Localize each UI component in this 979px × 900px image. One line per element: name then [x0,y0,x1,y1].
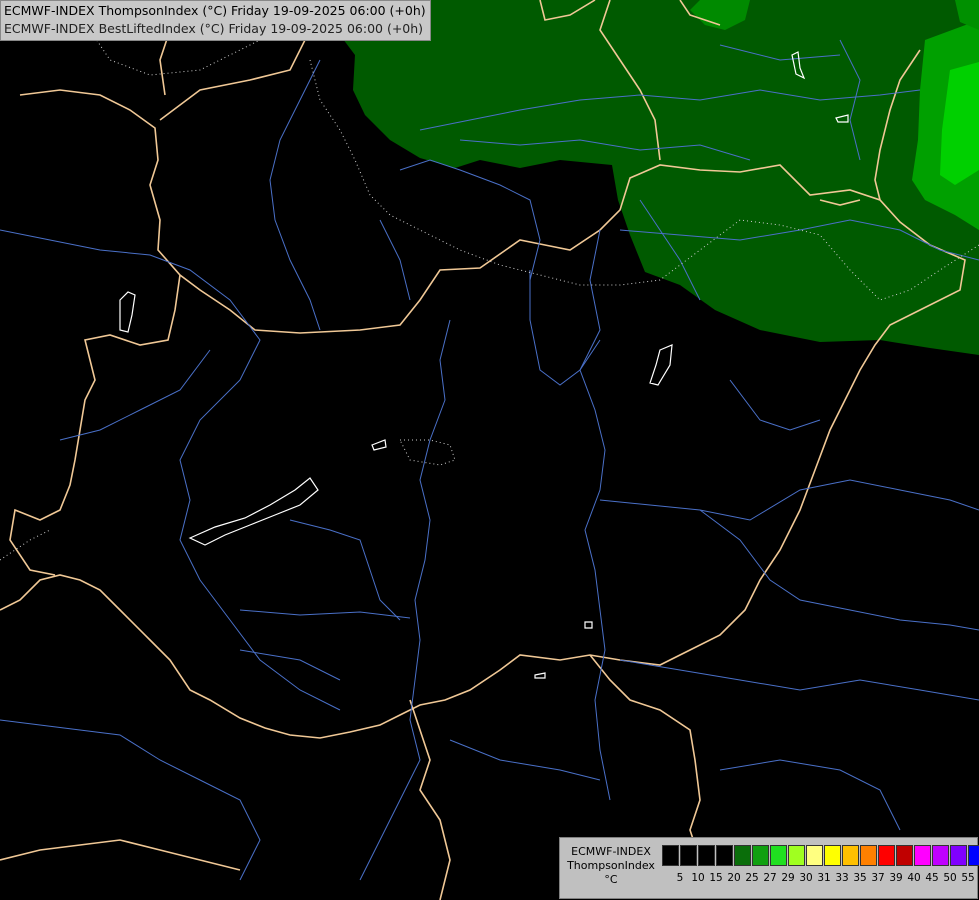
legend-label: ECMWF-INDEX ThompsonIndex °C [562,845,660,887]
legend-swatch [878,845,895,866]
legend-tick-label: 27 [763,872,777,884]
legend-swatch [806,845,823,866]
legend-swatch [932,845,949,866]
legend-tick-label: 37 [871,872,885,884]
legend-swatch [698,845,715,866]
legend-swatch [950,845,967,866]
legend-tick-label: 33 [835,872,849,884]
legend-tick-label: 55 [961,872,975,884]
legend-swatches [662,845,979,866]
legend-tick-label: 30 [799,872,813,884]
legend-tick-label: 40 [907,872,921,884]
legend-swatch [680,845,697,866]
legend-ticks: 51015202527293031333537394045505560 [662,872,979,886]
legend-swatch [788,845,805,866]
title-line-lifted: ECMWF-INDEX BestLiftedIndex (°C) Friday … [4,21,424,36]
legend-tick-label: 20 [727,872,741,884]
legend-model: ECMWF-INDEX [571,845,651,858]
color-legend: ECMWF-INDEX ThompsonIndex °C 5 10 15 20 25 27… [559,837,979,899]
legend-swatch [770,845,787,866]
legend-parameter: ThompsonIndex [567,859,655,872]
legend-tick-label: 10 [691,872,705,884]
legend-tick-label: 15 [709,872,723,884]
legend-tick-label: 25 [745,872,759,884]
map-title-box: ECMWF-INDEX ThompsonIndex (°C) Friday 19… [0,0,431,41]
weather-map: ECMWF-INDEX ThompsonIndex (°C) Friday 19… [0,0,979,900]
legend-tick-label: 45 [925,872,939,884]
legend-swatch [734,845,751,866]
legend-swatch [716,845,733,866]
legend-swatch [662,845,679,866]
title-line-thompson: ECMWF-INDEX ThompsonIndex (°C) Friday 19… [4,3,426,18]
legend-swatch [842,845,859,866]
map-canvas [0,0,979,900]
legend-tick-label: 5 [676,872,684,884]
legend-tick-label: 31 [817,872,831,884]
legend-tick-label: 39 [889,872,903,884]
legend-tick-label: 35 [853,872,867,884]
legend-tick-label: 50 [943,872,957,884]
legend-swatch [914,845,931,866]
legend-swatch [896,845,913,866]
legend-unit: °C [604,873,618,886]
legend-tick-label: 29 [781,872,795,884]
legend-swatch [860,845,877,866]
legend-swatch [752,845,769,866]
legend-swatch [824,845,841,866]
legend-swatch [968,845,979,866]
